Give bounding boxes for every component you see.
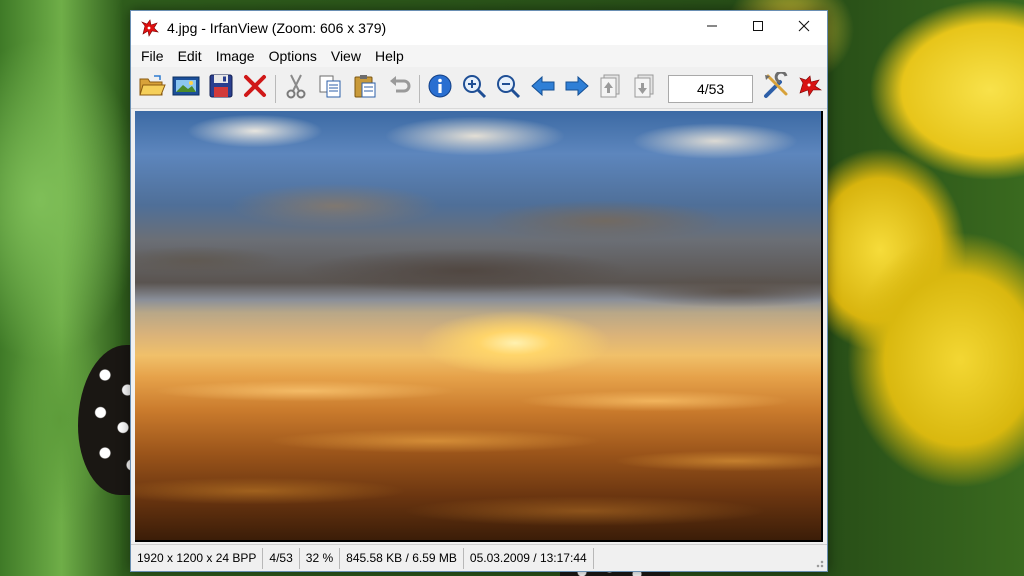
properties-button[interactable] (759, 70, 793, 106)
minimize-button[interactable] (689, 11, 735, 41)
maximize-button[interactable] (735, 11, 781, 41)
image-counter: 4/53 (668, 74, 753, 103)
status-bar: 1920 x 1200 x 24 BPP 4/53 32 % 845.58 KB… (131, 544, 827, 571)
toolbar: 4/53 (131, 69, 827, 109)
window-title: 4.jpg - IrfanView (Zoom: 606 x 379) (167, 20, 387, 36)
zoom-out-icon (495, 73, 521, 104)
window-controls (689, 11, 827, 41)
resize-grip-icon[interactable] (814, 558, 824, 568)
menu-bar: File Edit Image Options View Help (131, 45, 827, 67)
toolbar-separator (418, 74, 420, 103)
zoom-out-button[interactable] (491, 72, 525, 106)
copy-button[interactable] (313, 72, 347, 106)
irfanview-window: 4.jpg - IrfanView (Zoom: 606 x 379) File… (130, 10, 828, 572)
sunset-photo (135, 111, 823, 542)
menu-edit[interactable]: Edit (171, 45, 209, 67)
zoom-in-icon (461, 73, 487, 104)
status-filesize: 845.58 KB / 6.59 MB (340, 547, 464, 569)
irfanview-app-icon (139, 17, 161, 39)
cut-button[interactable] (279, 72, 313, 106)
image-viewport[interactable] (133, 110, 825, 544)
upper-clouds (135, 111, 821, 321)
tools-icon (762, 70, 790, 105)
menu-view[interactable]: View (324, 45, 368, 67)
arrow-right-icon (564, 73, 590, 104)
previous-page-button[interactable] (594, 72, 628, 106)
lower-clouds (135, 361, 821, 540)
paste-icon (352, 73, 378, 104)
zoom-in-button[interactable] (457, 72, 491, 106)
open-button[interactable] (135, 72, 169, 106)
close-button[interactable] (781, 11, 827, 41)
save-button[interactable] (203, 72, 237, 106)
delete-icon (242, 73, 268, 104)
title-bar[interactable]: 4.jpg - IrfanView (Zoom: 606 x 379) (131, 11, 827, 45)
slideshow-icon (172, 74, 200, 103)
menu-file[interactable]: File (134, 45, 171, 67)
about-button[interactable] (793, 72, 827, 106)
slideshow-button[interactable] (169, 72, 203, 106)
previous-page-icon (598, 73, 624, 104)
copy-icon (317, 73, 343, 104)
status-date: 05.03.2009 / 13:17:44 (464, 547, 594, 569)
info-icon (427, 73, 453, 104)
next-page-button[interactable] (628, 72, 662, 106)
status-zoom: 32 % (300, 547, 341, 569)
save-icon (208, 73, 234, 104)
paste-button[interactable] (347, 72, 381, 106)
delete-button[interactable] (238, 72, 272, 106)
menu-help[interactable]: Help (368, 45, 411, 67)
undo-button[interactable] (382, 72, 416, 106)
irfanview-cat-icon (797, 73, 823, 104)
next-image-button[interactable] (560, 72, 594, 106)
toolbar-separator (274, 74, 276, 103)
open-folder-icon (138, 73, 166, 104)
status-dimensions: 1920 x 1200 x 24 BPP (131, 547, 264, 569)
info-button[interactable] (423, 72, 457, 106)
next-page-icon (632, 73, 658, 104)
menu-options[interactable]: Options (262, 45, 324, 67)
previous-image-button[interactable] (526, 72, 560, 106)
undo-icon (386, 73, 412, 104)
cut-icon (283, 73, 309, 104)
menu-image[interactable]: Image (209, 45, 262, 67)
arrow-left-icon (530, 73, 556, 104)
status-index: 4/53 (263, 547, 300, 569)
